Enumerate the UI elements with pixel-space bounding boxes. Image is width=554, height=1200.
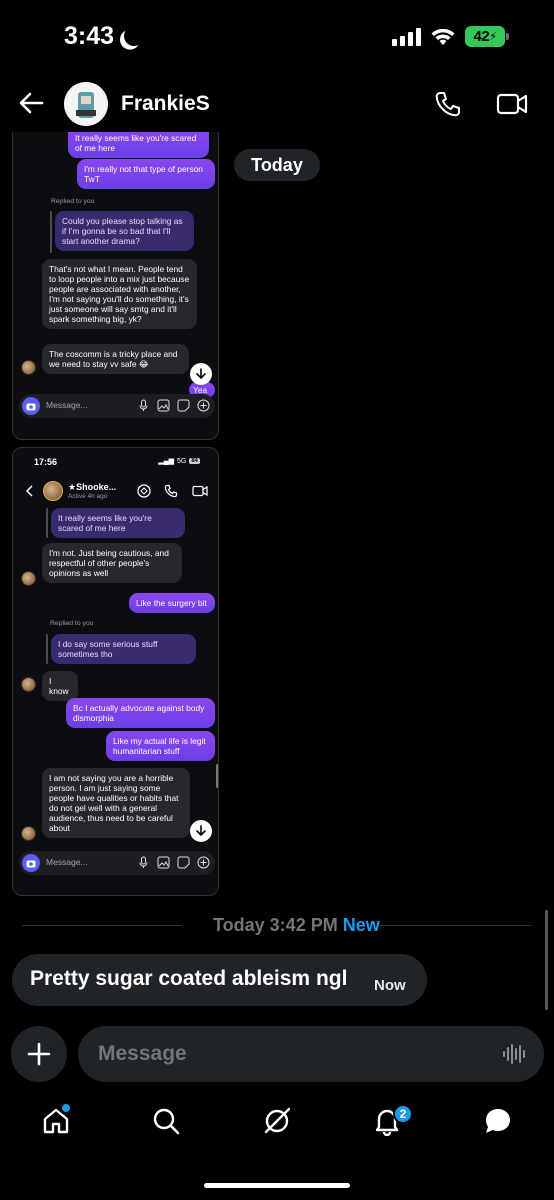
conversation-header: FrankieS bbox=[0, 74, 554, 136]
search-icon[interactable] bbox=[151, 1106, 181, 1136]
message-bubble-incoming[interactable]: Pretty sugar coated ableism ngl Now bbox=[12, 954, 427, 1006]
attached-image-2[interactable]: 17:56 ▂▄▆ 5G 84 ★Shooke... Active 4h ago I… bbox=[12, 447, 219, 896]
notifications-badge: 2 bbox=[393, 1104, 413, 1124]
embedded-avatar bbox=[43, 481, 63, 501]
sticker-icon bbox=[177, 399, 190, 412]
add-circle-icon bbox=[197, 399, 210, 412]
message-bubble-outgoing: I'm really not that type of person TwT bbox=[77, 159, 215, 190]
phone-icon[interactable] bbox=[434, 90, 462, 118]
bottom-tab-bar bbox=[0, 1100, 554, 1152]
composer-placeholder: Message... bbox=[46, 400, 88, 410]
message-input[interactable]: Message bbox=[78, 1026, 544, 1082]
embedded-composer: Message... bbox=[19, 851, 215, 875]
status-time: 3:43 bbox=[64, 22, 115, 50]
embedded-chat-header: ★Shooke... Active 4h ago bbox=[13, 479, 218, 505]
embedded-phone-icon bbox=[164, 484, 178, 498]
scrollbar[interactable] bbox=[545, 910, 548, 1010]
replied-label: Replied to you bbox=[51, 198, 95, 205]
sender-avatar bbox=[21, 360, 36, 375]
messages-icon[interactable] bbox=[483, 1106, 513, 1136]
embedded-active-status: Active 4h ago bbox=[68, 493, 108, 500]
message-bubble-outgoing: Like the surgery bit bbox=[129, 593, 215, 614]
gallery-icon bbox=[157, 856, 170, 869]
status-bar: 3:43 42 ⚡ bbox=[0, 0, 554, 74]
camera-icon bbox=[22, 854, 40, 872]
home-indicator bbox=[204, 1183, 350, 1188]
sticker-icon bbox=[177, 856, 190, 869]
message-input-placeholder: Message bbox=[98, 1042, 187, 1065]
message-timestamp: Now bbox=[374, 977, 406, 994]
date-separator: Today bbox=[234, 149, 320, 181]
microphone-icon bbox=[137, 399, 150, 412]
message-bubble-outgoing: Like my actual life is legit humanitaria… bbox=[106, 731, 215, 762]
contact-name[interactable]: FrankieS bbox=[121, 92, 210, 116]
message-bubble-outgoing: It really seems like you're scared of me… bbox=[68, 132, 209, 159]
message-bubble-incoming: I know bbox=[42, 671, 78, 702]
scroll-down-icon[interactable] bbox=[190, 363, 212, 385]
gallery-icon bbox=[157, 399, 170, 412]
new-messages-divider: Today 3:42 PM New bbox=[22, 915, 532, 937]
home-unread-dot bbox=[62, 1104, 70, 1112]
embedded-video-icon bbox=[192, 485, 208, 497]
reply-quote-bubble: It really seems like you're scared of me… bbox=[51, 508, 185, 539]
grok-icon[interactable] bbox=[262, 1106, 292, 1136]
composer-placeholder: Message... bbox=[46, 857, 88, 867]
moon-icon bbox=[121, 23, 147, 49]
sender-avatar bbox=[21, 571, 36, 586]
reply-quote-bubble: I do say some serious stuff sometimes th… bbox=[51, 634, 196, 665]
camera-icon bbox=[22, 397, 40, 415]
replied-label: Replied to you bbox=[50, 620, 94, 627]
message-bubble-incoming: I am not saying you are a horrible perso… bbox=[42, 768, 190, 839]
video-call-icon[interactable] bbox=[496, 90, 528, 118]
add-circle-icon bbox=[197, 856, 210, 869]
sender-avatar bbox=[21, 826, 36, 841]
voice-message-icon[interactable] bbox=[502, 1042, 528, 1066]
message-bubble-incoming: That's not what I mean. People tend to l… bbox=[42, 259, 197, 330]
cellular-signal-icon bbox=[392, 28, 422, 46]
back-arrow-icon[interactable] bbox=[18, 90, 44, 116]
add-attachment-button[interactable] bbox=[11, 1026, 67, 1082]
sender-avatar bbox=[21, 677, 36, 692]
message-text: Pretty sugar coated ableism ngl bbox=[30, 967, 348, 990]
embedded-composer: Message... bbox=[19, 394, 215, 418]
embedded-scrollbar bbox=[216, 764, 218, 788]
embedded-status-icons: ▂▄▆ 5G 84 bbox=[158, 457, 200, 465]
attached-image-1[interactable]: It really seems like you're scared of me… bbox=[12, 132, 219, 440]
new-label: New bbox=[342, 915, 380, 935]
microphone-icon bbox=[137, 856, 150, 869]
reply-quote-bubble: Could you please stop talking as if I'm … bbox=[55, 211, 194, 252]
message-bubble-outgoing: Bc I actually advocate against body dism… bbox=[66, 698, 215, 729]
contact-avatar[interactable] bbox=[64, 82, 108, 126]
scroll-down-icon[interactable] bbox=[190, 820, 212, 842]
back-chevron-icon bbox=[25, 485, 33, 497]
divider-timestamp: Today 3:42 PM bbox=[213, 915, 338, 935]
sticker-badge-icon bbox=[137, 484, 151, 498]
message-bubble-incoming: The coscomm is a tricky place and we nee… bbox=[42, 344, 189, 375]
embedded-contact-name: ★Shooke... bbox=[68, 482, 117, 492]
wifi-icon bbox=[431, 28, 455, 45]
plus-icon bbox=[27, 1042, 51, 1066]
embedded-status-time: 17:56 bbox=[34, 457, 58, 467]
message-bubble-incoming: I'm not. Just being cautious, and respec… bbox=[42, 543, 182, 584]
battery-indicator: 42 ⚡ bbox=[465, 26, 509, 47]
